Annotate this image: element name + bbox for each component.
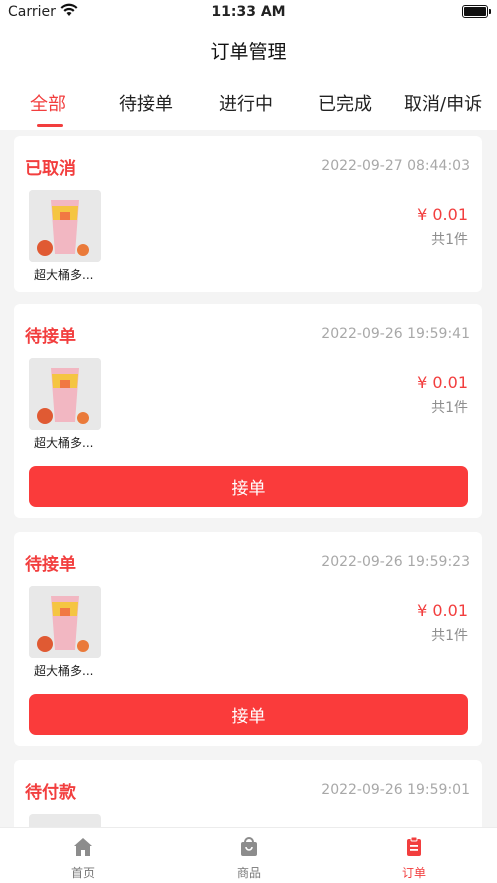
tab-all[interactable]: 全部 [30, 90, 66, 116]
order-price: ¥ 0.01 [417, 601, 468, 620]
product-name: 超大桶多... [34, 664, 94, 678]
order-status: 待接单 [25, 327, 76, 347]
home-icon [74, 838, 92, 856]
drink-cup-image [29, 586, 101, 658]
order-card[interactable]: 待接单 2022-09-26 19:59:23 超大桶多... ¥ 0.01 共… [14, 532, 482, 746]
order-time: 2022-09-27 08:44:03 [321, 158, 470, 174]
accept-order-button[interactable]: 接单 [29, 694, 468, 735]
order-card[interactable]: 已取消 2022-09-27 08:44:03 超大桶多... ¥ 0.01 共… [14, 136, 482, 292]
drink-cup-image [29, 190, 101, 262]
tab-in-progress[interactable]: 进行中 [219, 90, 273, 116]
tabbar-home-label: 首页 [70, 866, 95, 880]
order-card[interactable]: 待接单 2022-09-26 19:59:41 超大桶多... ¥ 0.01 共… [14, 304, 482, 518]
order-tabs: 全部 待接单 进行中 已完成 取消/申诉 [0, 78, 497, 130]
tabbar-orders-label: 订单 [401, 866, 426, 880]
order-status: 待付款 [25, 783, 76, 803]
product-name: 超大桶多... [34, 268, 94, 282]
order-status: 已取消 [25, 159, 76, 179]
order-price: ¥ 0.01 [417, 205, 468, 224]
order-quantity: 共1件 [431, 628, 468, 644]
order-time: 2022-09-26 19:59:41 [321, 326, 470, 342]
order-quantity: 共1件 [431, 232, 468, 248]
order-list: 已取消 2022-09-27 08:44:03 超大桶多... ¥ 0.01 共… [0, 130, 497, 827]
bottom-tab-bar: 首页 商品 订单 [0, 827, 497, 883]
tab-completed[interactable]: 已完成 [318, 90, 372, 116]
tabbar-home[interactable]: 首页 [53, 836, 113, 881]
tabbar-orders[interactable]: 订单 [384, 836, 444, 881]
order-icon [407, 836, 421, 856]
order-status: 待接单 [25, 555, 76, 575]
accept-order-button[interactable]: 接单 [29, 466, 468, 507]
clock: 11:33 AM [211, 4, 286, 20]
order-quantity: 共1件 [431, 400, 468, 416]
page-title: 订单管理 [0, 26, 497, 78]
product-image[interactable] [29, 814, 101, 827]
battery-icon [462, 5, 491, 18]
order-time: 2022-09-26 19:59:23 [321, 554, 470, 570]
product-image[interactable] [29, 586, 101, 658]
tab-cancelled-appeal[interactable]: 取消/申诉 [404, 90, 482, 116]
active-tab-indicator [37, 124, 63, 127]
order-time: 2022-09-26 19:59:01 [321, 782, 470, 798]
drink-cup-image [29, 358, 101, 430]
order-price: ¥ 0.01 [417, 373, 468, 392]
status-bar: Carrier 11:33 AM [0, 0, 497, 26]
tabbar-products[interactable]: 商品 [219, 836, 279, 881]
tabbar-products-label: 商品 [236, 866, 261, 880]
product-name: 超大桶多... [34, 436, 94, 450]
product-image[interactable] [29, 358, 101, 430]
order-card[interactable]: 待付款 2022-09-26 19:59:01 [14, 760, 482, 827]
tab-pending[interactable]: 待接单 [119, 90, 173, 116]
bag-icon [241, 837, 257, 856]
product-image[interactable] [29, 190, 101, 262]
